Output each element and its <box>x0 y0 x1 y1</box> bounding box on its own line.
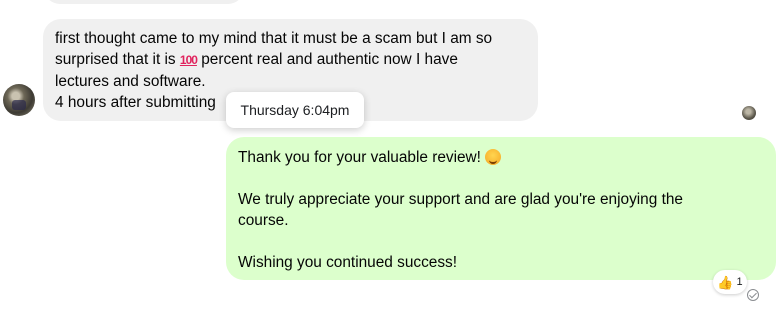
thumbs-up-icon: 👍 <box>717 274 734 290</box>
smiling-face-icon <box>485 149 502 165</box>
outgoing-message-bubble[interactable]: Thank you for your valuable review! We t… <box>226 137 776 280</box>
reaction-count: 1 <box>736 276 743 288</box>
timestamp-tooltip: Thursday 6:04pm <box>226 92 364 128</box>
message-reaction[interactable]: 👍 1 <box>713 270 747 294</box>
outgoing-message-line: course. <box>238 212 289 229</box>
sender-avatar[interactable] <box>3 84 35 116</box>
outgoing-message-line: Thank you for your valuable review! <box>238 147 764 168</box>
delivered-check-icon <box>747 289 759 301</box>
incoming-text-segment: surprised that it is <box>55 51 180 68</box>
incoming-message-line: surprised that it is 100 percent real an… <box>55 49 526 71</box>
incoming-text-segment: percent real and authentic now I have <box>196 51 458 68</box>
hundred-points-icon: 100 <box>179 53 198 67</box>
incoming-message-line: lectures and software. <box>55 73 206 90</box>
outgoing-message-line: Wishing you continued success! <box>238 254 458 271</box>
seen-by-avatar <box>742 106 756 120</box>
outgoing-text-segment: Thank you for your valuable review! <box>238 149 486 166</box>
previous-message-bubble <box>44 0 244 4</box>
incoming-message-line: first thought came to my mind that it mu… <box>55 30 493 47</box>
outgoing-message-line: We truly appreciate your support and are… <box>238 191 683 208</box>
